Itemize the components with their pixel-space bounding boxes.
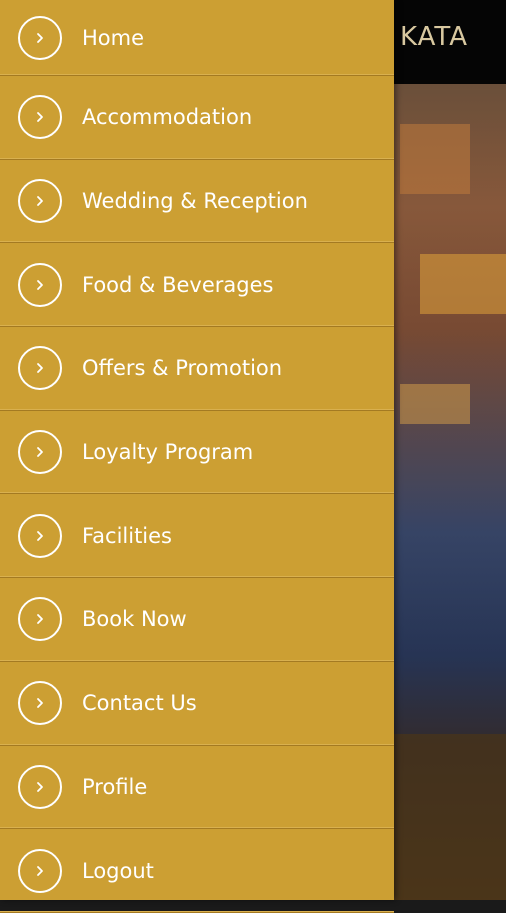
menu-item-label: Book Now — [82, 607, 187, 632]
menu-item-facilities[interactable]: Facilities — [0, 494, 394, 579]
chevron-right-icon — [18, 513, 62, 558]
menu-item-label: Contact Us — [82, 691, 197, 716]
chevron-right-icon — [18, 179, 62, 224]
menu-item-label: Facilities — [82, 523, 172, 548]
menu-item-logout[interactable]: Logout — [0, 829, 394, 913]
chevron-right-icon — [18, 597, 62, 642]
menu-item-profile[interactable]: Profile — [0, 746, 394, 830]
menu-item-label: Profile — [82, 774, 148, 799]
menu-item-food-and-beverages[interactable]: Food & Beverages — [0, 243, 394, 328]
menu-item-offers-and-promotion[interactable]: Offers & Promotion — [0, 327, 394, 411]
menu-item-label: Offers & Promotion — [82, 356, 283, 381]
menu-item-label: Loyalty Program — [82, 440, 254, 465]
menu-item-loyalty-program[interactable]: Loyalty Program — [0, 411, 394, 495]
menu-item-book-now[interactable]: Book Now — [0, 578, 394, 662]
chevron-right-icon — [18, 95, 62, 140]
menu-item-label: Accommodation — [82, 105, 253, 130]
menu-item-label: Food & Beverages — [82, 272, 274, 297]
drawer-menu: Home Accommodation Wedding & Reception Food… — [0, 0, 394, 913]
app-title: KATA — [399, 22, 468, 52]
chevron-right-icon — [18, 430, 62, 475]
chevron-right-icon — [18, 346, 62, 391]
chevron-right-icon — [18, 681, 62, 726]
menu-item-home[interactable]: Home — [0, 0, 394, 76]
chevron-right-icon — [18, 15, 62, 60]
menu-item-label: Home — [82, 25, 145, 50]
menu-item-label: Wedding & Reception — [82, 189, 308, 214]
chevron-right-icon — [18, 848, 62, 893]
chevron-right-icon — [18, 764, 62, 809]
menu-item-accommodation[interactable]: Accommodation — [0, 76, 394, 160]
menu-item-contact-us[interactable]: Contact Us — [0, 662, 394, 746]
chevron-right-icon — [18, 262, 62, 307]
menu-item-label: Logout — [82, 858, 154, 883]
navigation-drawer: Home Accommodation Wedding & Reception Food… — [0, 0, 394, 913]
menu-item-wedding-and-reception[interactable]: Wedding & Reception — [0, 160, 394, 244]
